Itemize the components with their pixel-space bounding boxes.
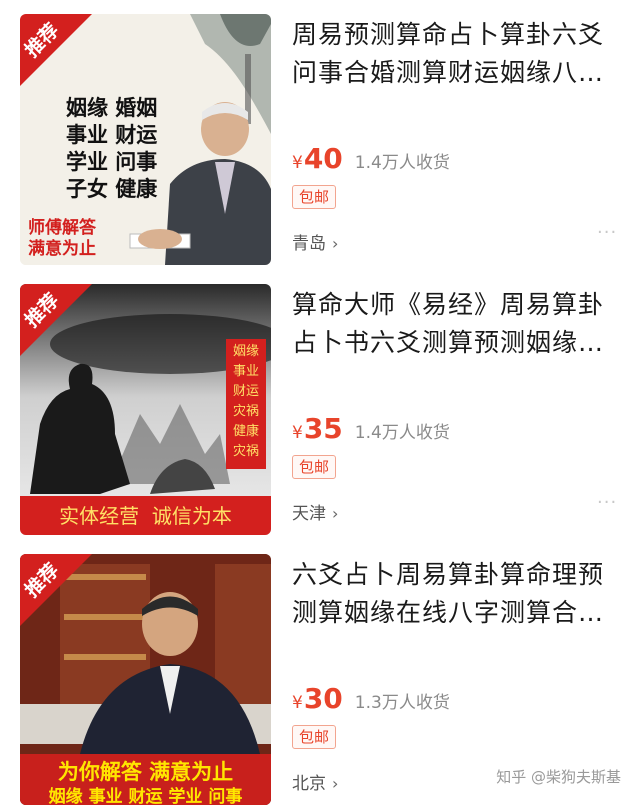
shop-location[interactable]: 天津 › — [292, 499, 338, 524]
price-row: ¥ 30 1.3万人收货 — [292, 682, 450, 715]
image-side-text: 健康 — [232, 424, 259, 439]
image-banner-text: 实体经营 诚信为本 — [59, 504, 232, 528]
price-value: 35 — [303, 412, 343, 445]
price-row: ¥ 35 1.4万人收货 — [292, 412, 450, 445]
product-card[interactable]: 推荐 姻缘 事业 财运 灾祸 健康 灾祸 实体经营 诚信为本 算命大师《易经》周… — [0, 270, 641, 540]
image-text-line: 姻缘 婚姻 — [66, 95, 158, 120]
ellipsis-icon[interactable]: ··· — [597, 222, 617, 243]
image-banner-bottom: 姻缘 事业 财运 学业 问事 — [48, 787, 243, 805]
price-row: ¥ 40 1.4万人收货 — [292, 142, 450, 175]
product-image[interactable]: 推荐 姻缘 婚姻 事业 财运 学业 问事 子女 健康 师傅解答 满意为止 — [20, 14, 271, 265]
location-label: 青岛 — [292, 234, 326, 254]
image-side-text: 姻缘 — [232, 344, 259, 359]
image-text-line: 学业 问事 — [66, 149, 158, 174]
image-footer-line: 满意为止 — [28, 239, 96, 259]
image-side-text: 灾祸 — [232, 444, 259, 459]
price-currency: ¥ — [292, 153, 303, 173]
product-image[interactable]: 推荐 为你解答 满意为止 姻缘 事业 财运 学业 问事 — [20, 554, 271, 805]
chevron-right-icon: › — [332, 234, 339, 253]
shop-location[interactable]: 北京 › — [292, 769, 338, 794]
zhihu-watermark: 知乎 @柴狗夫斯基 — [496, 768, 621, 786]
price-currency: ¥ — [292, 423, 303, 443]
image-footer-line: 师傅解答 — [28, 218, 96, 238]
free-shipping-badge: 包邮 — [292, 725, 336, 749]
sold-count: 1.4万人收货 — [354, 153, 450, 173]
chevron-right-icon: › — [332, 504, 339, 523]
ellipsis-icon[interactable]: ··· — [597, 492, 617, 513]
image-text-line: 子女 健康 — [66, 176, 158, 201]
price-value: 30 — [303, 682, 343, 715]
image-text-line: 事业 财运 — [66, 122, 158, 147]
price-currency: ¥ — [292, 693, 303, 713]
price-value: 40 — [303, 142, 343, 175]
free-shipping-badge: 包邮 — [292, 185, 336, 209]
chevron-right-icon: › — [332, 774, 339, 793]
product-title[interactable]: 六爻占卜周易算卦算命理预测算姻缘在线八字测算合… — [292, 556, 612, 632]
product-title[interactable]: 周易预测算命占卜算卦六爻问事合婚测算财运姻缘八… — [292, 16, 612, 92]
product-card[interactable]: 推荐 姻缘 婚姻 事业 财运 学业 问事 子女 健康 师傅解答 满意为止 周易预… — [0, 0, 641, 270]
image-side-text: 财运 — [232, 384, 259, 399]
free-shipping-badge: 包邮 — [292, 455, 336, 479]
sold-count: 1.3万人收货 — [354, 693, 450, 713]
shop-location[interactable]: 青岛 › — [292, 229, 338, 254]
image-side-text: 灾祸 — [232, 404, 259, 419]
product-title[interactable]: 算命大师《易经》周易算卦占卜书六爻测算预测姻缘… — [292, 286, 612, 362]
image-side-text: 事业 — [232, 364, 259, 379]
sold-count: 1.4万人收货 — [354, 423, 450, 443]
location-label: 北京 — [292, 774, 326, 794]
product-image[interactable]: 推荐 姻缘 事业 财运 灾祸 健康 灾祸 实体经营 诚信为本 — [20, 284, 271, 535]
location-label: 天津 — [292, 504, 326, 524]
